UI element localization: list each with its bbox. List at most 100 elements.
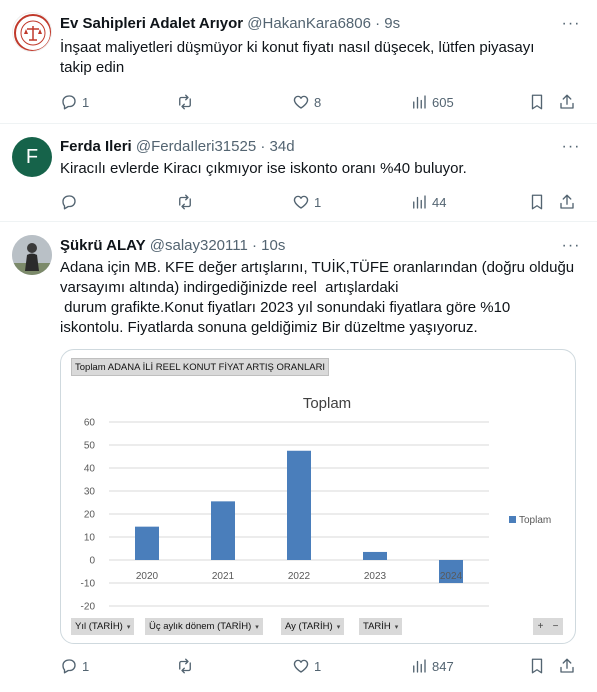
separator-dot: ·: [252, 237, 257, 254]
pivot-field-button[interactable]: TARİH ▾: [359, 618, 403, 635]
zoom-out-button[interactable]: −: [553, 621, 559, 632]
tweet-text-line: varsayımı altında) indirgediğinizde reel…: [60, 279, 399, 296]
tweet-text: İnşaat maliyetleri düşmüyor ki konut fiy…: [60, 38, 582, 78]
bar: [135, 526, 159, 560]
pivot-chart-header: Toplam ADANA İLİ REEL KONUT FİYAT ARTIŞ …: [71, 358, 330, 376]
author-handle[interactable]: @FerdaIleri31525: [136, 138, 256, 155]
pivot-field-button[interactable]: Ay (TARİH) ▾: [281, 618, 345, 635]
pivot-chart: Toplam ADANA İLİ REEL KONUT FİYAT ARTIŞ …: [69, 356, 571, 638]
reply-button[interactable]: [60, 192, 82, 212]
x-tick-label: 2022: [288, 571, 311, 582]
seal-logo-icon: [14, 14, 51, 51]
tweet-text-line: takip edin: [60, 59, 125, 76]
bookmark-button[interactable]: [528, 656, 546, 676]
share-icon: [560, 194, 574, 209]
more-options-icon[interactable]: ···: [561, 137, 581, 157]
avatar-letter: F: [25, 145, 39, 168]
retweet-button[interactable]: [176, 656, 198, 676]
y-tick-label: 10: [84, 533, 96, 544]
pivot-field-label: Üç aylık dönem (TARİH): [149, 621, 252, 632]
like-count: 1: [314, 194, 322, 210]
dropdown-arrow-icon: ▾: [394, 624, 399, 631]
legend-swatch: [509, 516, 516, 523]
analytics-icon: [413, 95, 426, 109]
retweet-icon: [179, 94, 191, 110]
y-tick-label: 40: [84, 464, 96, 475]
share-icon: [560, 94, 574, 109]
author-handle[interactable]: @salay320111: [150, 237, 248, 254]
action-bar: 1 1 847: [60, 656, 580, 676]
more-options-icon[interactable]: ···: [561, 14, 581, 34]
timestamp[interactable]: 10s: [261, 237, 285, 254]
view-count: 847: [432, 658, 454, 674]
legend-label: Toplam: [519, 515, 551, 526]
retweet-icon: [179, 194, 191, 210]
timestamp[interactable]: 34d: [270, 138, 295, 155]
bar: [363, 551, 387, 560]
tweet-text: Kiracılı evlerde Kiracı çıkmıyor ise isk…: [60, 159, 582, 179]
tweet[interactable]: Ev Sahipleri Adalet Arıyor @HakanKara680…: [0, 0, 597, 124]
dropdown-arrow-icon: ▾: [126, 624, 131, 631]
author-name[interactable]: Ev Sahipleri Adalet Arıyor: [60, 15, 243, 32]
views-button[interactable]: 847: [410, 656, 454, 676]
heart-icon: [293, 95, 309, 109]
y-tick-label: 0: [89, 556, 95, 567]
share-button[interactable]: [558, 656, 576, 676]
tweet-header: Ev Sahipleri Adalet Arıyor @HakanKara680…: [60, 14, 400, 34]
pivot-field-label: TARİH: [363, 621, 391, 632]
bar: [287, 450, 311, 560]
author-handle[interactable]: @HakanKara6806: [247, 15, 371, 32]
y-tick-label: 60: [84, 418, 96, 429]
x-tick-label: 2021: [212, 571, 235, 582]
pivot-field-label: Ay (TARİH): [285, 621, 333, 632]
tweet-media-image[interactable]: Toplam ADANA İLİ REEL KONUT FİYAT ARTIŞ …: [60, 349, 576, 644]
avatar[interactable]: [12, 235, 52, 275]
retweet-button[interactable]: [176, 92, 198, 112]
reply-count: 1: [82, 94, 90, 110]
bookmark-icon: [531, 194, 543, 210]
bar: [211, 501, 235, 560]
reply-icon: [62, 195, 76, 210]
like-count: 1: [314, 658, 322, 674]
like-button[interactable]: 1: [292, 192, 321, 212]
retweet-button[interactable]: [176, 192, 198, 212]
tweet[interactable]: F Ferda Ileri @FerdaIleri31525 · 34d ···…: [0, 124, 597, 222]
bookmark-icon: [531, 94, 543, 110]
bookmark-button[interactable]: [528, 192, 546, 212]
tweet-text-line: İnşaat maliyetleri düşmüyor ki konut fiy…: [60, 39, 535, 56]
dropdown-arrow-icon: ▾: [336, 624, 341, 631]
share-button[interactable]: [558, 192, 576, 212]
views-button[interactable]: 605: [410, 92, 454, 112]
bookmark-button[interactable]: [528, 92, 546, 112]
more-options-icon[interactable]: ···: [561, 236, 581, 256]
view-count: 605: [432, 94, 454, 110]
like-button[interactable]: 1: [292, 656, 321, 676]
person-photo-icon: [12, 235, 52, 275]
reply-button[interactable]: 1: [60, 92, 89, 112]
action-bar: 1 8 605: [60, 92, 580, 112]
dropdown-arrow-icon: ▾: [255, 624, 259, 631]
views-button[interactable]: 44: [410, 192, 446, 212]
y-tick-label: 20: [84, 510, 96, 521]
view-count: 44: [432, 194, 447, 210]
author-name[interactable]: Ferda Ileri: [60, 138, 132, 155]
reply-button[interactable]: 1: [60, 656, 89, 676]
chart-title: Toplam: [303, 395, 351, 412]
pivot-field-button[interactable]: Yıl (TARİH) ▾: [71, 618, 135, 635]
pivot-field-button[interactable]: Üç aylık dönem (TARİH) ▾: [145, 618, 263, 635]
like-button[interactable]: 8: [292, 92, 321, 112]
author-name[interactable]: Şükrü ALAY: [60, 237, 146, 254]
avatar[interactable]: [12, 12, 52, 52]
y-tick-label: -20: [81, 602, 96, 613]
tweet-text: Adana için MB. KFE değer artışlarını, TU…: [60, 258, 582, 338]
zoom-controls: + −: [533, 618, 563, 635]
share-button[interactable]: [558, 92, 576, 112]
tweet-text-line: Kiracılı evlerde Kiracı çıkmıyor ise isk…: [60, 160, 467, 177]
timestamp[interactable]: 9s: [384, 15, 400, 32]
like-count: 8: [314, 94, 322, 110]
y-tick-label: 50: [84, 441, 96, 452]
tweet-text-line: durum grafikte.Konut fiyatları 2023 yıl …: [60, 299, 511, 316]
heart-icon: [293, 659, 309, 673]
zoom-in-button[interactable]: +: [538, 621, 544, 632]
avatar[interactable]: F: [12, 137, 52, 177]
